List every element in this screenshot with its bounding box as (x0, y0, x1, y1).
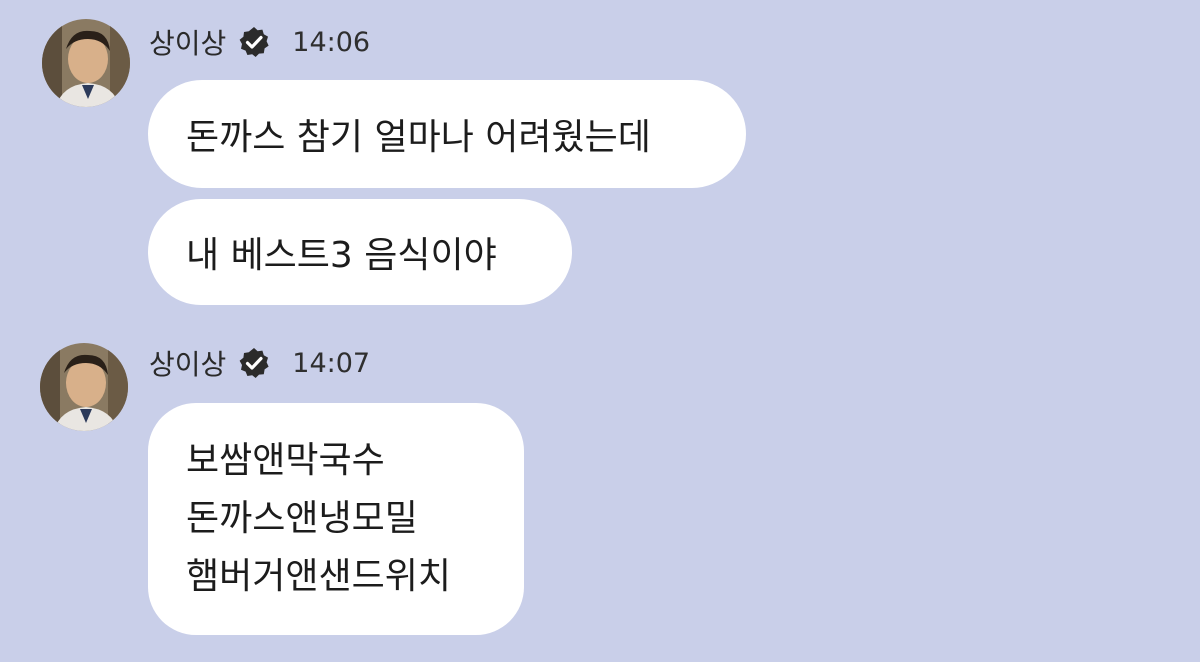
avatar[interactable] (42, 19, 130, 107)
message-text-line: 보쌈앤막국수 (186, 440, 385, 481)
message-bubble[interactable]: 내 베스트3 음식이야 (148, 199, 572, 305)
message-header: 상이상 14:07 (149, 341, 370, 385)
sender-name[interactable]: 상이상 (149, 22, 226, 62)
message-header: 상이상 14:06 (149, 20, 370, 64)
avatar[interactable] (40, 343, 128, 431)
message-bubble[interactable]: 보쌈앤막국수 돈까스앤냉모밀 햄버거앤샌드위치 (148, 403, 524, 635)
message-text: 내 베스트3 음식이야 (186, 235, 497, 276)
timestamp: 14:06 (292, 26, 371, 58)
message-text: 돈까스 참기 얼마나 어려웠는데 (186, 117, 651, 158)
verified-badge-icon (239, 348, 269, 378)
message-text-line: 햄버거앤샌드위치 (186, 556, 451, 597)
sender-name[interactable]: 상이상 (149, 343, 226, 383)
message-bubble[interactable]: 돈까스 참기 얼마나 어려웠는데 (148, 80, 746, 188)
timestamp: 14:07 (292, 347, 371, 379)
verified-badge-icon (239, 27, 269, 57)
message-text-line: 돈까스앤냉모밀 (186, 498, 418, 539)
